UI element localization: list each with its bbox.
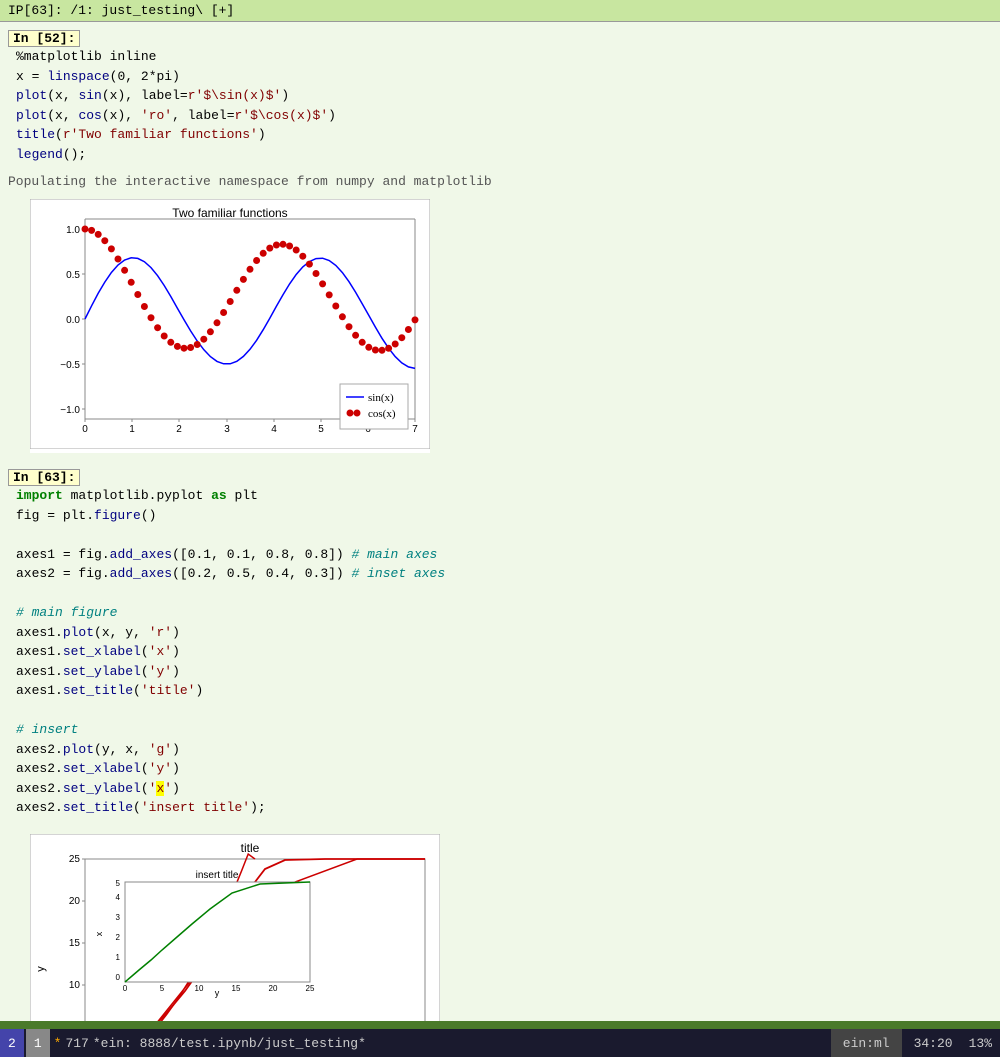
code-line: # main figure (16, 603, 992, 623)
svg-text:0.0: 0.0 (66, 315, 80, 326)
code-line: plot(x, cos(x), 'ro', label=r'$\cos(x)$'… (16, 106, 992, 126)
code-line: %matplotlib inline (16, 47, 992, 67)
svg-text:15: 15 (232, 984, 241, 993)
status-modified: * (54, 1036, 62, 1051)
title-bar: IP[63]: /1: just_testing\ [+] (0, 0, 1000, 22)
code-line: import matplotlib.pyplot as plt (16, 486, 992, 506)
svg-text:0: 0 (82, 424, 88, 435)
code-line: plot(x, sin(x), label=r'$\sin(x)$') (16, 86, 992, 106)
chart1-title: Two familiar functions (172, 206, 287, 220)
svg-text:20: 20 (69, 896, 81, 907)
status-position: 34:20 (906, 1036, 961, 1051)
svg-text:−0.5: −0.5 (60, 360, 80, 371)
cell-code-63: import matplotlib.pyplot as plt fig = pl… (8, 486, 992, 818)
svg-text:10: 10 (195, 984, 204, 993)
cell-prompt-52: In [52]: (8, 30, 80, 47)
code-line: # insert (16, 720, 992, 740)
code-line: axes2.set_title('insert title'); (16, 798, 992, 818)
svg-text:20: 20 (269, 984, 278, 993)
code-line: axes1.set_xlabel('x') (16, 642, 992, 662)
svg-text:0: 0 (116, 973, 121, 982)
svg-text:7: 7 (412, 424, 418, 435)
svg-text:25: 25 (306, 984, 315, 993)
cell-input-52[interactable]: In [52]: %matplotlib inline x = linspace… (0, 26, 1000, 168)
cell-input-63[interactable]: In [63]: import matplotlib.pyplot as plt… (0, 465, 1000, 822)
code-line (16, 525, 992, 545)
svg-text:15: 15 (69, 938, 81, 949)
legend-sin: sin(x) (368, 392, 394, 404)
chart2-inset-xlabel: y (215, 988, 220, 998)
code-line: axes1.plot(x, y, 'r') (16, 623, 992, 643)
code-line: title(r'Two familiar functions') (16, 125, 992, 145)
status-filename: *ein: 8888/test.ipynb/just_testing* (93, 1036, 831, 1051)
svg-text:4: 4 (116, 893, 121, 902)
cell-prompt-63: In [63]: (8, 469, 80, 486)
status-percent: 13% (961, 1036, 1000, 1051)
svg-text:1.0: 1.0 (66, 225, 80, 236)
chart2-ylabel: y (35, 965, 47, 971)
svg-text:10: 10 (69, 980, 81, 991)
chart-1-svg: Two familiar functions 1.0 0.5 0.0 −0.5 … (30, 199, 430, 449)
svg-text:3: 3 (224, 424, 230, 435)
svg-text:5: 5 (116, 879, 121, 888)
code-line: axes2.plot(y, x, 'g') (16, 740, 992, 760)
code-line (16, 701, 992, 721)
code-line: axes2.set_ylabel('x') (16, 779, 992, 799)
status-cell-num2: 1 (26, 1029, 50, 1057)
code-line: axes1 = fig.add_axes([0.1, 0.1, 0.8, 0.8… (16, 545, 992, 565)
status-mode: ein:ml (831, 1029, 902, 1057)
cell-code-52: %matplotlib inline x = linspace(0, 2*pi)… (8, 47, 992, 164)
svg-text:25: 25 (69, 854, 81, 865)
cell-63: In [63]: import matplotlib.pyplot as plt… (0, 461, 1000, 826)
status-linecount: 717 (65, 1036, 88, 1051)
svg-text:−1.0: −1.0 (60, 405, 80, 416)
svg-text:5: 5 (160, 984, 165, 993)
svg-text:4: 4 (271, 424, 277, 435)
code-line (16, 584, 992, 604)
code-line: x = linspace(0, 2*pi) (16, 67, 992, 87)
svg-text:0.5: 0.5 (66, 270, 80, 281)
chart2-title: title (241, 841, 260, 855)
svg-text:2: 2 (176, 424, 182, 435)
svg-text:1: 1 (116, 953, 121, 962)
title-text: IP[63]: /1: just_testing\ [+] (8, 3, 234, 18)
chart-1: Two familiar functions 1.0 0.5 0.0 −0.5 … (30, 199, 430, 453)
code-line: axes1.set_title('title') (16, 681, 992, 701)
chart2-inset-ylabel: x (94, 931, 104, 936)
status-cell-num1: 2 (0, 1029, 24, 1057)
svg-text:0: 0 (123, 984, 128, 993)
output-namespace: Populating the interactive namespace fro… (0, 172, 1000, 191)
svg-text:1: 1 (129, 424, 135, 435)
svg-text:3: 3 (116, 913, 121, 922)
code-line: axes2.set_xlabel('y') (16, 759, 992, 779)
code-line: legend(); (16, 145, 992, 165)
chart-2: title x y 0 5 10 15 20 25 (30, 834, 440, 1022)
code-line: axes1.set_ylabel('y') (16, 662, 992, 682)
legend-cos: cos(x) (368, 408, 396, 420)
chart-2-svg: title x y 0 5 10 15 20 25 (30, 834, 440, 1022)
chart2-inset-title: insert title (196, 870, 239, 881)
notebook[interactable]: In [52]: %matplotlib inline x = linspace… (0, 22, 1000, 1021)
cell-52: In [52]: %matplotlib inline x = linspace… (0, 22, 1000, 172)
svg-text:5: 5 (318, 424, 324, 435)
svg-text:2: 2 (116, 933, 121, 942)
code-line: fig = plt.figure() (16, 506, 992, 526)
status-bar: 2 1 * 717 *ein: 8888/test.ipynb/just_tes… (0, 1029, 1000, 1057)
code-line: axes2 = fig.add_axes([0.2, 0.5, 0.4, 0.3… (16, 564, 992, 584)
